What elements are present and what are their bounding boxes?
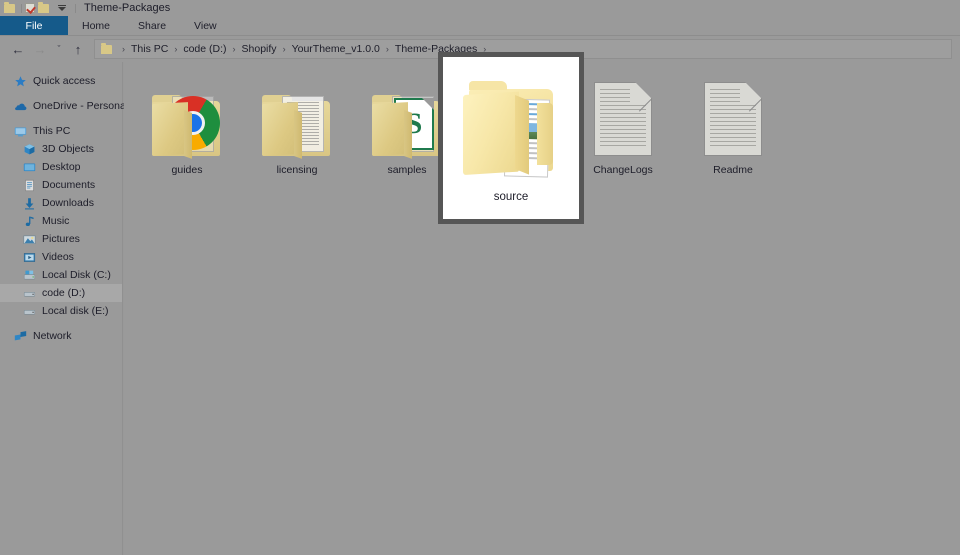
sidebar-item-downloads[interactable]: Downloads (0, 194, 122, 212)
breadcrumb-this-pc[interactable]: This PC (131, 43, 168, 55)
file-icon (575, 72, 671, 156)
breadcrumb-separator-4: › (385, 44, 389, 54)
sidebar-item-quick-access[interactable]: Quick access (0, 72, 122, 90)
tab-home[interactable]: Home (68, 16, 124, 36)
sidebar-label: Local Disk (C:) (42, 269, 111, 281)
folder-papers-thumb-icon (459, 77, 563, 181)
sidebar-label: Videos (42, 251, 74, 263)
videos-icon (23, 252, 36, 262)
sidebar-item-videos[interactable]: Videos (0, 248, 122, 266)
sidebar-item-pictures[interactable]: Pictures (0, 230, 122, 248)
file-label: ChangeLogs (593, 164, 653, 176)
back-icon[interactable]: ← (7, 38, 29, 60)
tab-share[interactable]: Share (124, 16, 180, 36)
breadcrumb-separator: › (122, 44, 125, 54)
address-folder-icon (101, 42, 112, 54)
drive-icon (23, 309, 36, 315)
new-folder-icon[interactable] (38, 1, 49, 13)
breadcrumb-separator-1: › (174, 44, 178, 54)
breadcrumb-shopify[interactable]: Shopify (242, 43, 277, 55)
recent-locations-icon[interactable]: ˇ (51, 38, 67, 60)
properties-icon[interactable] (25, 3, 35, 13)
file-icon (249, 72, 345, 159)
cube-icon (24, 143, 35, 154)
toolbar-divider (21, 3, 22, 13)
sidebar-label: OneDrive - Personal (33, 100, 129, 112)
file-icon (443, 69, 579, 181)
sidebar-item-this-pc[interactable]: This PC (0, 122, 122, 140)
downloads-icon (25, 197, 34, 209)
sidebar-label: Network (33, 330, 72, 342)
sidebar-item-onedrive[interactable]: OneDrive - Personal (0, 97, 128, 115)
system-drive-icon (23, 270, 36, 279)
title-bar: Theme-Packages (0, 0, 960, 16)
sidebar-item-3d-objects[interactable]: 3D Objects (0, 140, 122, 158)
cloud-icon (15, 103, 27, 110)
toolbar-divider-2 (75, 3, 76, 13)
folder-greenfile-thumb-icon: S (370, 92, 444, 159)
sidebar-item-code-d[interactable]: code (D:) (0, 284, 122, 302)
desktop-icon (23, 162, 36, 171)
folder-document-thumb-icon (260, 92, 334, 159)
breadcrumb-separator-3: › (282, 44, 286, 54)
file-item-source[interactable]: source (438, 52, 584, 224)
text-document-icon (594, 82, 653, 156)
navigation-pane: Quick access OneDrive - Personal This PC… (0, 62, 128, 555)
sidebar-item-local-disk-e[interactable]: Local disk (E:) (0, 302, 122, 320)
sidebar-item-music[interactable]: Music (0, 212, 122, 230)
ribbon-tabs: File Home Share View (0, 16, 960, 36)
customize-dropdown-icon[interactable] (55, 5, 69, 11)
sidebar-label: Quick access (33, 75, 96, 87)
network-icon (14, 330, 27, 340)
sidebar-label: code (D:) (42, 287, 86, 299)
file-icon (139, 72, 235, 159)
file-label: guides (171, 164, 203, 176)
drive-icon (23, 291, 36, 297)
sidebar-label: Music (42, 215, 70, 227)
folder-icon[interactable] (4, 1, 15, 13)
music-icon (25, 216, 34, 226)
breadcrumb-separator-2: › (232, 44, 236, 54)
breadcrumb-code-d[interactable]: code (D:) (183, 43, 226, 55)
forward-icon: → (33, 41, 47, 57)
documents-icon (25, 179, 34, 191)
sidebar-item-local-disk-c[interactable]: Local Disk (C:) (0, 266, 122, 284)
sidebar-label: Documents (42, 179, 96, 191)
monitor-icon (14, 126, 27, 136)
window-title: Theme-Packages (84, 2, 171, 14)
file-label: source (493, 191, 529, 203)
file-item-licensing[interactable]: licensing (249, 72, 345, 176)
file-item-guides[interactable]: guides (139, 72, 235, 176)
file-label: Readme (713, 164, 753, 176)
sidebar-label: Pictures (42, 233, 80, 245)
sidebar-label: 3D Objects (42, 143, 94, 155)
sidebar-label: Desktop (42, 161, 81, 173)
sidebar-label: This PC (33, 125, 71, 137)
folder-chrome-thumb-icon (150, 92, 224, 159)
file-item-readme[interactable]: Readme (685, 72, 781, 176)
sidebar-item-network[interactable]: Network (0, 327, 122, 345)
sidebar-item-desktop[interactable]: Desktop (0, 158, 122, 176)
sidebar-item-documents[interactable]: Documents (0, 176, 122, 194)
sidebar-label: Downloads (42, 197, 94, 209)
file-list-view[interactable]: guides licensing S samples source Change… (124, 52, 960, 555)
file-item-changelogs[interactable]: ChangeLogs (575, 72, 671, 176)
sidebar-label: Local disk (E:) (42, 305, 109, 317)
file-icon (685, 72, 781, 156)
tab-view[interactable]: View (180, 16, 231, 36)
text-document-icon (704, 82, 763, 156)
pictures-icon (23, 235, 36, 244)
star-icon (15, 75, 26, 86)
file-label: licensing (276, 164, 318, 176)
breadcrumb-yourtheme[interactable]: YourTheme_v1.0.0 (292, 43, 380, 55)
up-icon[interactable]: ↑ (67, 38, 89, 60)
tab-file[interactable]: File (0, 16, 68, 36)
